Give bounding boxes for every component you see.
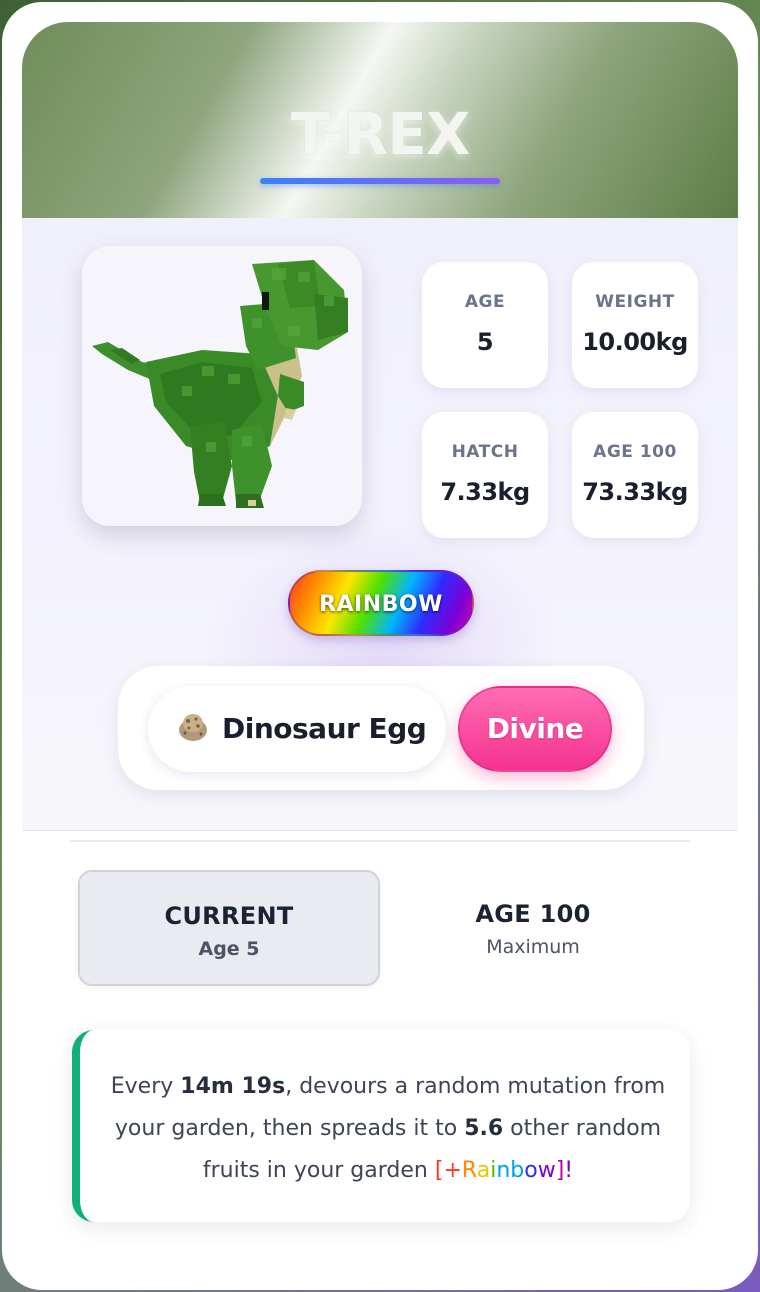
stat-hatch-label: HATCH bbox=[451, 442, 519, 462]
ability-mutation-tag: [+Rainbow] bbox=[434, 1158, 565, 1183]
stat-weight-value: 10.00kg bbox=[582, 328, 688, 356]
ability-description: Every 14m 19s, devours a random mutation… bbox=[72, 1030, 690, 1222]
card-header: T-REX bbox=[22, 22, 738, 218]
ability-text: Every 14m 19s, devours a random mutation… bbox=[106, 1066, 670, 1192]
ability-text-4: ! bbox=[564, 1158, 574, 1183]
stat-age: AGE 5 bbox=[422, 262, 548, 388]
tab-current-subtitle: Age 5 bbox=[198, 938, 260, 960]
tab-max-subtitle: Maximum bbox=[486, 936, 580, 958]
ability-interval: 14m 19s bbox=[180, 1074, 286, 1099]
mutation-badge-label: RAINBOW bbox=[319, 592, 443, 617]
pet-card: T-REX AGE 5 WEIGHT 10.00kg HATCH 7.33kg … bbox=[2, 2, 758, 1290]
stat-weight: WEIGHT 10.00kg bbox=[572, 262, 698, 388]
stat-hatch: HATCH 7.33kg bbox=[422, 412, 548, 538]
section-divider bbox=[22, 830, 738, 831]
origin-rarity-row: Dinosaur Egg Divine bbox=[118, 666, 644, 790]
tab-age-100[interactable]: AGE 100 Maximum bbox=[382, 870, 684, 986]
dinosaur-egg-icon bbox=[176, 711, 210, 747]
tab-max-title: AGE 100 bbox=[475, 900, 591, 928]
stat-age100-label: AGE 100 bbox=[593, 442, 677, 462]
ability-count: 5.6 bbox=[464, 1116, 504, 1141]
tab-current-title: CURRENT bbox=[164, 902, 294, 930]
egg-label: Dinosaur Egg bbox=[222, 712, 427, 745]
rarity-label: Divine bbox=[486, 712, 584, 745]
stat-age-value: 5 bbox=[476, 328, 494, 356]
stat-age100: AGE 100 73.33kg bbox=[572, 412, 698, 538]
ability-text-1: Every bbox=[110, 1074, 181, 1099]
stat-weight-label: WEIGHT bbox=[595, 292, 675, 312]
trex-illustration bbox=[92, 260, 348, 508]
stat-hatch-value: 7.33kg bbox=[440, 478, 530, 506]
stat-age100-value: 73.33kg bbox=[582, 478, 688, 506]
pet-name: T-REX bbox=[290, 100, 470, 168]
egg-chip: Dinosaur Egg bbox=[148, 686, 446, 772]
title-underline bbox=[260, 178, 500, 184]
section-divider-inner bbox=[70, 840, 690, 842]
mutation-badge: RAINBOW bbox=[288, 570, 474, 636]
pet-image bbox=[82, 246, 362, 526]
rarity-badge: Divine bbox=[458, 686, 612, 772]
stat-age-label: AGE bbox=[464, 292, 506, 312]
tab-current[interactable]: CURRENT Age 5 bbox=[78, 870, 380, 986]
pet-overview: AGE 5 WEIGHT 10.00kg HATCH 7.33kg AGE 10… bbox=[22, 218, 738, 830]
